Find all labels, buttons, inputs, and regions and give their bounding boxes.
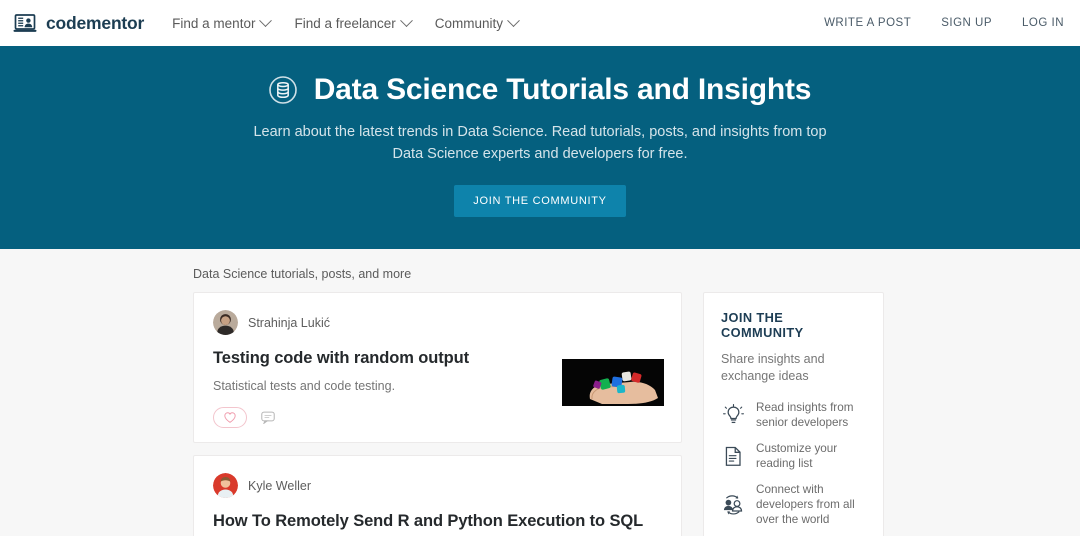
- database-icon: [269, 76, 297, 104]
- section-label: Data Science tutorials, posts, and more: [193, 267, 887, 281]
- join-community-sidebar: JOIN THE COMMUNITY Share insights and ex…: [703, 292, 884, 536]
- sidebar-benefit-label: Customize your reading list: [756, 441, 867, 471]
- laptop-person-icon: [13, 14, 37, 33]
- post-card[interactable]: Strahinja Lukić Testing code with random…: [193, 292, 682, 443]
- post-author-row[interactable]: Strahinja Lukić: [213, 310, 662, 335]
- post-author-name: Strahinja Lukić: [248, 316, 330, 330]
- document-list-icon: [721, 445, 745, 468]
- page-content: Data Science tutorials, posts, and more …: [193, 249, 887, 536]
- log-in-link[interactable]: LOG IN: [1022, 17, 1064, 29]
- post-thumbnail[interactable]: [562, 359, 664, 406]
- sidebar-benefit-label: Read insights from senior developers: [756, 400, 867, 430]
- nav-item-community[interactable]: Community: [435, 16, 518, 31]
- comment-icon: [261, 411, 275, 424]
- sidebar-subtitle: Share insights and exchange ideas: [721, 351, 867, 385]
- brand-logo-link[interactable]: codementor: [13, 13, 144, 34]
- post-author-row[interactable]: Kyle Weller: [213, 473, 662, 498]
- avatar: [213, 473, 238, 498]
- avatar: [213, 310, 238, 335]
- chevron-down-icon: [400, 14, 413, 27]
- write-a-post-link[interactable]: WRITE A POST: [824, 17, 911, 29]
- post-author-name: Kyle Weller: [248, 479, 311, 493]
- sidebar-title: JOIN THE COMMUNITY: [721, 310, 867, 340]
- post-body: Testing code with random output Statisti…: [213, 347, 662, 428]
- hero-title-row: Data Science Tutorials and Insights: [269, 73, 812, 107]
- nav-item-label: Find a freelancer: [294, 16, 395, 31]
- sidebar-benefit-label: Connect with developers from all over th…: [756, 482, 867, 527]
- like-button[interactable]: [213, 407, 247, 428]
- comment-button[interactable]: [260, 410, 275, 425]
- connect-people-icon: [721, 494, 745, 516]
- sidebar-benefit-connect: Connect with developers from all over th…: [721, 482, 867, 527]
- top-navigation-bar: codementor Find a mentor Find a freelanc…: [0, 0, 1080, 46]
- heart-icon: [224, 412, 236, 423]
- post-feed: Strahinja Lukić Testing code with random…: [193, 292, 682, 536]
- nav-item-find-a-freelancer[interactable]: Find a freelancer: [294, 16, 410, 31]
- chevron-down-icon: [260, 14, 273, 27]
- post-body: How To Remotely Send R and Python Execut…: [213, 510, 662, 536]
- nav-item-find-a-mentor[interactable]: Find a mentor: [172, 16, 270, 31]
- chevron-down-icon: [507, 14, 520, 27]
- nav-links: Find a mentor Find a freelancer Communit…: [172, 16, 518, 31]
- sidebar-benefit-reading-list: Customize your reading list: [721, 441, 867, 471]
- content-row: Strahinja Lukić Testing code with random…: [193, 292, 887, 536]
- join-the-community-button[interactable]: JOIN THE COMMUNITY: [454, 185, 625, 217]
- sidebar-benefit-insights: Read insights from senior developers: [721, 400, 867, 430]
- hero-banner: Data Science Tutorials and Insights Lear…: [0, 46, 1080, 249]
- post-actions: [213, 407, 662, 428]
- post-card[interactable]: Kyle Weller How To Remotely Send R and P…: [193, 455, 682, 536]
- sign-up-link[interactable]: SIGN UP: [941, 17, 992, 29]
- page-title: Data Science Tutorials and Insights: [314, 73, 812, 107]
- nav-actions: WRITE A POST SIGN UP LOG IN: [824, 17, 1064, 29]
- nav-item-label: Community: [435, 16, 503, 31]
- nav-item-label: Find a mentor: [172, 16, 255, 31]
- post-title[interactable]: How To Remotely Send R and Python Execut…: [213, 510, 643, 536]
- hero-subtitle: Learn about the latest trends in Data Sc…: [240, 121, 840, 165]
- lightbulb-icon: [721, 404, 745, 427]
- brand-name: codementor: [46, 13, 144, 34]
